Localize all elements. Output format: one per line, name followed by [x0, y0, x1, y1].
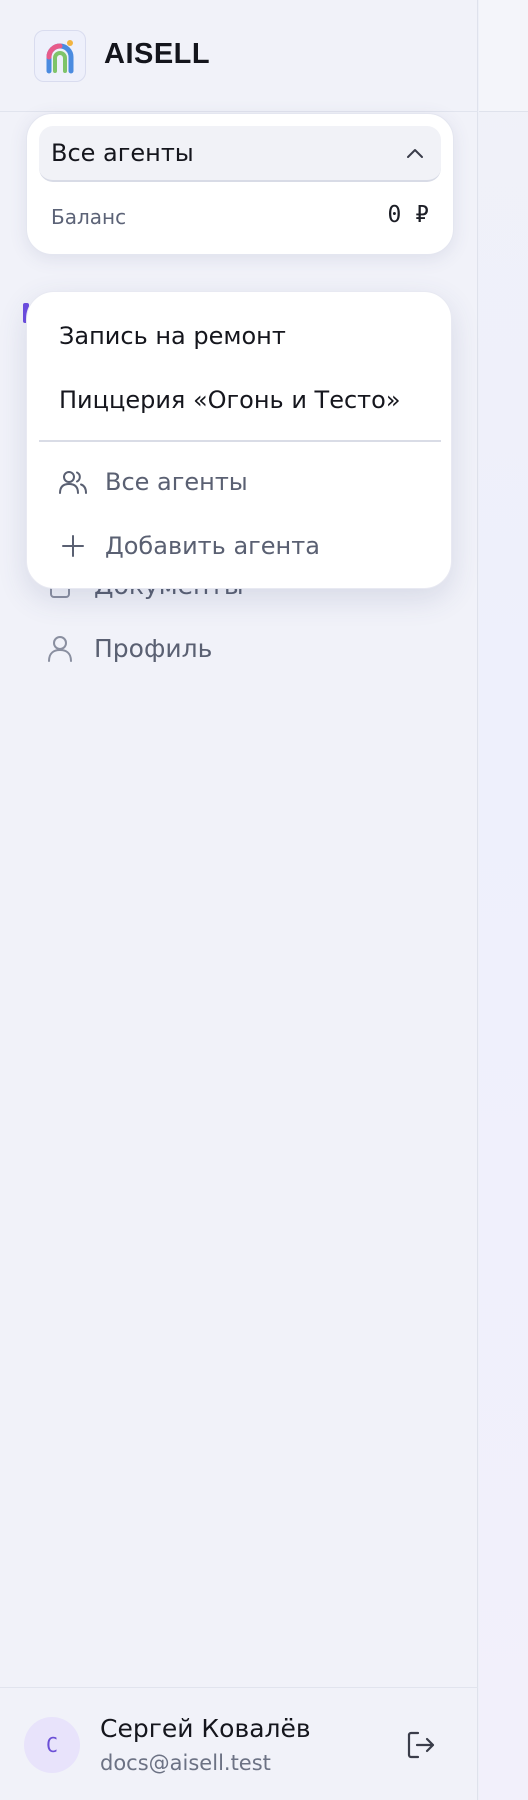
all-agents-label: Все агенты	[105, 468, 248, 496]
user-email: docs@aisell.test	[100, 1751, 271, 1775]
rainbow-logo-icon[interactable]	[34, 30, 86, 82]
user-footer: С Сергей Ковалёв docs@aisell.test	[0, 1687, 478, 1800]
balance-label: Баланс	[51, 205, 127, 229]
agent-dropdown-menu: Запись на ремонт Пиццерия «Огонь и Тесто…	[26, 291, 452, 589]
agent-card: Все агенты Баланс 0 ₽	[26, 113, 454, 255]
balance-value: 0 ₽	[387, 202, 429, 228]
dropdown-divider	[39, 440, 441, 442]
agent-option-pizzeria[interactable]: Пиццерия «Огонь и Тесто»	[59, 386, 401, 414]
sidebar-item-profile[interactable]: Профиль	[44, 626, 212, 670]
agent-select[interactable]: Все агенты	[39, 126, 441, 182]
users-icon	[59, 471, 87, 494]
plus-icon	[62, 535, 84, 557]
main-content-area	[479, 0, 528, 1800]
main-topbar	[479, 0, 528, 112]
add-agent-option[interactable]: Добавить агента	[57, 526, 320, 566]
add-agent-label: Добавить агента	[105, 532, 320, 560]
all-agents-option[interactable]: Все агенты	[57, 462, 248, 502]
sidebar-item-label: Профиль	[94, 633, 213, 663]
sidebar: AISELL Все агенты Баланс 0 ₽ Документы П…	[0, 0, 478, 1800]
sidebar-header: AISELL	[0, 0, 478, 112]
chevron-up-icon	[407, 149, 423, 158]
agent-option-repair[interactable]: Запись на ремонт	[59, 322, 286, 350]
agent-select-value: Все агенты	[51, 139, 194, 167]
user-icon	[48, 636, 72, 662]
logout-icon[interactable]	[404, 1728, 438, 1762]
avatar[interactable]: С	[24, 1717, 80, 1773]
user-name: Сергей Ковалёв	[100, 1714, 311, 1743]
brand-name: AISELL	[104, 38, 211, 70]
